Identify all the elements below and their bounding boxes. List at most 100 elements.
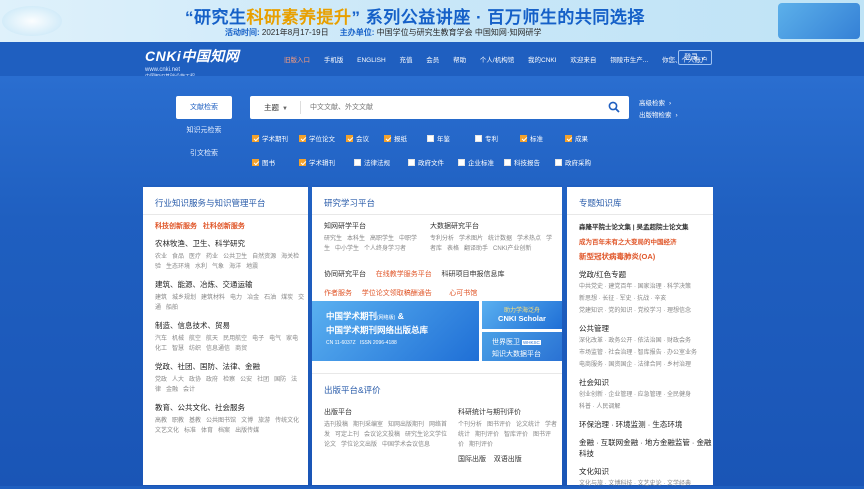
checkbox[interactable] xyxy=(346,135,353,142)
kb-item-links[interactable]: 文化与旅 · 文博科技 · 文艺史论 · 文学经典 xyxy=(579,479,713,489)
nav-institution[interactable]: 铜陵市生产... xyxy=(610,57,648,64)
kb-featured-topic[interactable]: 成为百年未有之大变局的中国经济 xyxy=(579,236,713,246)
industry-item-link[interactable]: 高教 xyxy=(155,418,167,424)
industry-item-link[interactable]: 航空 xyxy=(189,336,201,342)
industry-section-title[interactable]: 党政、社团、国防、法律、金融 xyxy=(155,361,308,372)
option-4[interactable]: 报纸 xyxy=(384,133,427,143)
industry-item-link[interactable]: 政协 xyxy=(189,377,201,383)
checkbox[interactable] xyxy=(384,135,391,142)
industry-item-link[interactable]: 机械 xyxy=(172,336,184,342)
industry-item-link[interactable]: 农业 xyxy=(155,254,167,260)
nav-member[interactable]: 会员 xyxy=(426,57,439,64)
platform-item-link[interactable]: 中国学术会议信息 xyxy=(382,442,430,448)
platform-item-link[interactable]: 研究生 xyxy=(324,236,342,242)
industry-item-link[interactable]: 档案 xyxy=(218,428,230,434)
journal-promo-image[interactable]: 中国学术期刊(网络版) & 中国学术期刊网络出版总库 CN 11-6037Z I… xyxy=(312,301,479,361)
checkbox[interactable] xyxy=(555,159,562,166)
industry-item-link[interactable]: 公安 xyxy=(240,377,252,383)
industry-item-link[interactable]: 体育 xyxy=(201,428,213,434)
industry-item-link[interactable]: 社团 xyxy=(257,377,269,383)
industry-item-link[interactable]: 医疗 xyxy=(189,254,201,260)
industry-item-link[interactable]: 电气 xyxy=(269,336,281,342)
industry-item-link[interactable]: 电力 xyxy=(230,295,242,301)
industry-item-link[interactable]: 公共图书馆 xyxy=(206,418,236,424)
kb-category-row[interactable]: 金融 · 互联网金融 · 地方金融监管 · 金融科技 xyxy=(579,437,713,459)
industry-item-link[interactable]: 建筑材料 xyxy=(201,295,225,301)
industry-item-link[interactable]: 冶金 xyxy=(247,295,259,301)
industry-section-title[interactable]: 建筑、能源、冶炼、交通运输 xyxy=(155,279,308,290)
industry-item-link[interactable]: 地震 xyxy=(246,264,258,270)
industry-item-link[interactable]: 职教 xyxy=(172,418,184,424)
platform-item-link[interactable]: CNKI产业创新 xyxy=(493,246,531,252)
kb-item-links[interactable]: 科普 · 人民调解 xyxy=(579,402,713,412)
platform-item-link[interactable]: 会议论文投稿 xyxy=(364,432,400,438)
industry-item-link[interactable]: 化工 xyxy=(155,346,167,352)
industry-item-link[interactable]: 文博 xyxy=(241,418,253,424)
top-banner[interactable]: “研究生科研素养提升” 系列公益讲座 · 百万师生的共同选择 活动时间: 202… xyxy=(0,0,864,42)
kb-item-links[interactable]: 电商服务 · 国资国企 · 法律合同 · 乡村治理 xyxy=(579,360,713,370)
checkbox[interactable] xyxy=(475,135,482,142)
platform-item-link[interactable]: 高职学生 xyxy=(370,236,394,242)
search-icon[interactable] xyxy=(608,101,620,113)
industry-section-title[interactable]: 农林牧渔、卫生、科学研究 xyxy=(155,238,308,249)
author-service-link[interactable]: 作者服务 xyxy=(324,290,352,297)
thesis-remuneration-link[interactable]: 学位论文领取稿酬通告 xyxy=(362,290,432,297)
kb-item-links[interactable]: 创业创新 · 企业管理 · 应急管理 · 全民健身 xyxy=(579,390,713,400)
industry-item-link[interactable]: 纺织 xyxy=(189,346,201,352)
industry-item-link[interactable]: 海洋 xyxy=(229,264,241,270)
platform-item-link[interactable]: 中小学生 xyxy=(335,246,359,252)
kb-collection-1[interactable]: 森隆平院士论文集 xyxy=(579,224,631,231)
checkbox[interactable] xyxy=(252,135,259,142)
industry-item-link[interactable]: 旅游 xyxy=(258,418,270,424)
kb-category-title[interactable]: 公共管理 xyxy=(579,323,713,334)
industry-item-link[interactable]: 人大 xyxy=(172,377,184,383)
industry-item-link[interactable]: 建筑 xyxy=(155,295,167,301)
project-database-link[interactable]: 科研项目申报信息库 xyxy=(441,271,504,278)
tab-knowledge-search[interactable]: 知识元检索 xyxy=(176,119,232,142)
industry-item-link[interactable]: 自然资源 xyxy=(252,254,276,260)
online-teaching-link[interactable]: 在线教学服务平台 xyxy=(376,271,432,278)
industry-item-link[interactable]: 电子 xyxy=(252,336,264,342)
platform-item-link[interactable]: 学位论文出版 xyxy=(341,442,377,448)
industry-item-link[interactable]: 传统文化 xyxy=(275,418,299,424)
kb-category-title[interactable]: 文化知识 xyxy=(579,466,713,477)
platform-item-link[interactable]: 个刊分析 xyxy=(458,422,482,428)
industry-item-link[interactable]: 煤炭 xyxy=(281,295,293,301)
link-sci-innovation[interactable]: 科技创新服务 xyxy=(155,223,197,230)
option-1[interactable]: 图书 xyxy=(252,157,299,167)
nav-old-version[interactable]: 旧版入口 xyxy=(284,57,310,64)
option-4[interactable]: 政府文件 xyxy=(408,157,458,167)
nav-mobile[interactable]: 手机版 xyxy=(324,57,344,64)
platform-item-link[interactable]: 学术热点 xyxy=(517,236,541,242)
kb-item-links[interactable]: 中共党史 · 建党百年 · 国家治理 · 科学决策 xyxy=(579,282,713,292)
kb-item-links[interactable]: 市场监管 · 社会治理 · 智库报告 · 办公室业务 xyxy=(579,348,713,358)
option-7[interactable]: 政府采购 xyxy=(555,157,600,167)
option-2[interactable]: 学位论文 xyxy=(299,133,346,143)
search-input[interactable] xyxy=(310,100,590,115)
industry-item-link[interactable]: 城乡规划 xyxy=(172,295,196,301)
platform-item-link[interactable]: 期刊评价 xyxy=(475,432,499,438)
nav-my-cnki[interactable]: 我的CNKI xyxy=(528,57,557,64)
industry-item-link[interactable]: 政府 xyxy=(206,377,218,383)
platform-item-link[interactable]: 期刊采编室 xyxy=(353,422,383,428)
collab-platform-link[interactable]: 协同研究平台 xyxy=(324,271,366,278)
platform-item-link[interactable]: 翻译助手 xyxy=(464,246,488,252)
checkbox[interactable] xyxy=(252,159,259,166)
checkbox[interactable] xyxy=(299,135,306,142)
kb-featured-topic[interactable]: 新型冠状病毒肺炎(OA) xyxy=(579,251,713,262)
option-6[interactable]: 科技报告 xyxy=(504,157,555,167)
study-platform-link[interactable]: 知网研学平台 xyxy=(324,221,424,231)
platform-item-link[interactable]: 本科生 xyxy=(347,236,365,242)
platform-item-link[interactable]: 选刊投稿 xyxy=(324,422,348,428)
platform-item-link[interactable]: 智库评价 xyxy=(504,432,528,438)
industry-item-link[interactable]: 检察 xyxy=(223,377,235,383)
kb-category-title[interactable]: 党政/红色专题 xyxy=(579,269,713,280)
kb-category-title[interactable]: 社会知识 xyxy=(579,377,713,388)
industry-item-link[interactable]: 商贸 xyxy=(235,346,247,352)
option-7[interactable]: 标准 xyxy=(520,133,565,143)
option-5[interactable]: 企业标准 xyxy=(458,157,504,167)
nav-help[interactable]: 帮助 xyxy=(453,57,466,64)
evaluation-link[interactable]: 科研统计与期刊评价 xyxy=(458,407,562,417)
checkbox[interactable] xyxy=(458,159,465,166)
platform-item-link[interactable]: 图书评价 xyxy=(487,422,511,428)
